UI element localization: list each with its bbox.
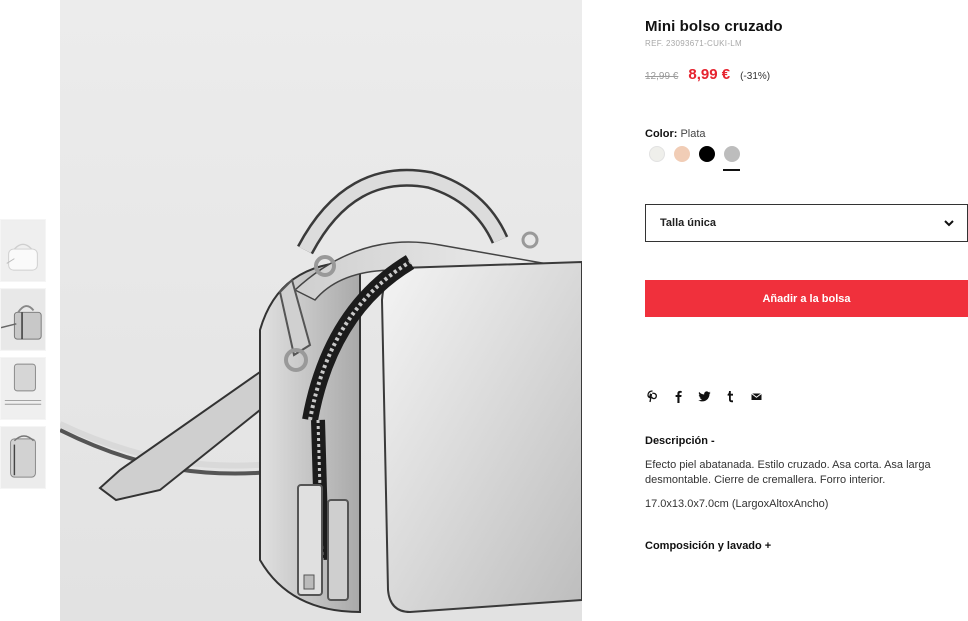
description-dimensions: 17.0x13.0x7.0cm (LargoxAltoxAncho) [645, 498, 829, 510]
color-swatches [648, 146, 748, 174]
chevron-down-icon [944, 220, 954, 227]
thumbnail-image [1, 427, 45, 488]
color-swatch-black[interactable] [698, 146, 723, 174]
thumbnail-2[interactable] [0, 288, 46, 351]
size-select[interactable]: Talla única [645, 204, 968, 242]
share-icons [645, 389, 775, 403]
add-to-bag-button[interactable]: Añadir a la bolsa [645, 280, 968, 317]
swatch-dot [724, 146, 740, 162]
thumbnail-4[interactable] [0, 426, 46, 489]
tumblr-icon[interactable] [723, 389, 737, 403]
color-swatch-silver[interactable] [723, 146, 748, 174]
email-icon[interactable] [749, 389, 763, 403]
pinterest-icon[interactable] [645, 389, 659, 403]
description-text: Efecto piel abatanada. Estilo cruzado. A… [645, 459, 931, 486]
swatch-dot [674, 146, 690, 162]
color-swatch-nude[interactable] [673, 146, 698, 174]
discount-badge: (-31%) [740, 71, 771, 82]
description-toggle[interactable]: Descripción - [645, 435, 715, 447]
price-row: 12,99 € 8,99 € (-31%) [645, 66, 770, 83]
composition-toggle[interactable]: Composición y lavado + [645, 540, 771, 552]
thumbnail-image [1, 289, 45, 350]
thumbnail-image [1, 358, 45, 419]
thumbnail-3[interactable] [0, 357, 46, 420]
facebook-icon[interactable] [671, 389, 685, 403]
sale-price: 8,99 € [688, 66, 731, 83]
product-title: Mini bolso cruzado [645, 18, 783, 35]
color-label-row: Color: Plata [645, 128, 706, 140]
color-label: Color: [645, 128, 678, 140]
swatch-dot [649, 146, 665, 162]
bag-illustration [60, 0, 582, 621]
thumbnail-1[interactable] [0, 219, 46, 282]
thumbnail-list [0, 219, 47, 495]
old-price: 12,99 € [645, 71, 679, 82]
selected-color: Plata [680, 128, 706, 140]
twitter-icon[interactable] [697, 389, 711, 403]
swatch-dot [699, 146, 715, 162]
thumbnail-image [1, 220, 45, 281]
product-image[interactable] [60, 0, 582, 621]
color-swatch-off-white[interactable] [648, 146, 673, 174]
size-value: Talla única [660, 217, 717, 229]
product-ref: REF. 23093671-CUKI-LM [645, 39, 743, 48]
